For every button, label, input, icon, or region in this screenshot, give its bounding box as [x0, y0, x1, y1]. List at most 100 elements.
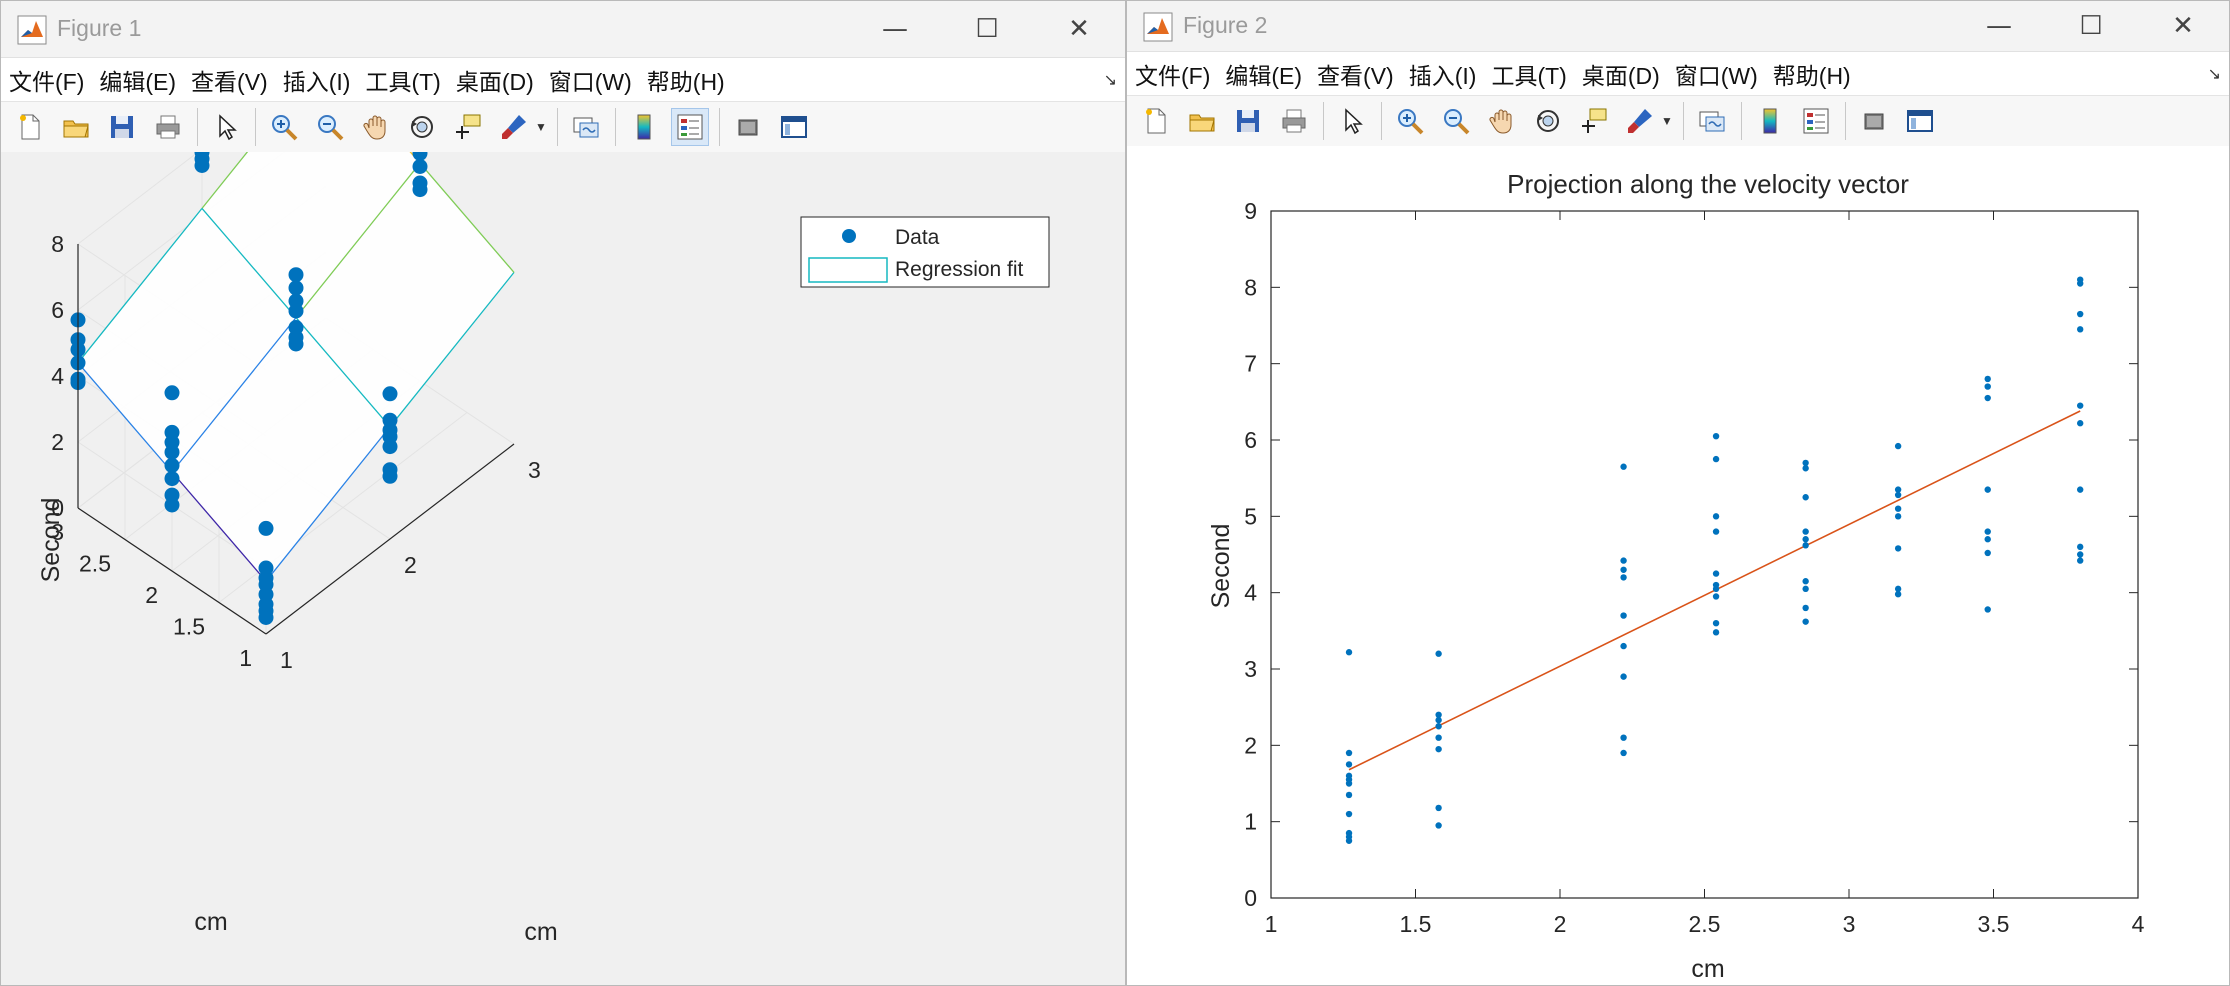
- menu-insert[interactable]: 插入(I): [283, 63, 351, 97]
- pan-hand-icon[interactable]: [357, 108, 395, 146]
- data-point: [1345, 772, 1353, 780]
- title-bar[interactable]: Figure 2 — ☐ ✕: [1127, 1, 2229, 52]
- figure-2-canvas[interactable]: Projection along the velocity vector 1 1.…: [1127, 146, 2229, 985]
- legend-icon[interactable]: [670, 108, 709, 146]
- data-point: [1802, 618, 1809, 625]
- show-plot-tools-icon[interactable]: [1901, 102, 1939, 140]
- save-icon[interactable]: [103, 108, 141, 146]
- legend-entry-fit: Regression fit: [895, 258, 1024, 281]
- brush-dropdown-icon[interactable]: ▼: [1661, 114, 1673, 128]
- brush-dropdown-icon[interactable]: ▼: [535, 120, 547, 134]
- chart-title: Projection along the velocity vector: [1507, 169, 1909, 199]
- hide-plot-tools-icon[interactable]: [1855, 102, 1893, 140]
- save-icon[interactable]: [1229, 102, 1267, 140]
- data-point: [1984, 383, 1991, 390]
- y-tick-label: 4: [1244, 580, 1257, 606]
- show-plot-tools-icon[interactable]: [775, 108, 813, 146]
- menu-help[interactable]: 帮助(H): [1773, 57, 1851, 91]
- data-point: [1802, 459, 1809, 467]
- data-point: [1894, 442, 1902, 450]
- menu-desktop[interactable]: 桌面(D): [1582, 57, 1660, 91]
- x-tick-label: 2: [1554, 911, 1567, 937]
- menu-tools[interactable]: 工具(T): [1491, 57, 1566, 91]
- link-plot-icon[interactable]: [567, 108, 605, 146]
- brush-icon[interactable]: [495, 108, 533, 146]
- legend[interactable]: Data Regression fit: [800, 216, 1050, 288]
- menu-edit[interactable]: 编辑(E): [1225, 57, 1302, 91]
- data-point: [1802, 585, 1809, 593]
- z-axis-label: Second: [37, 498, 65, 583]
- maximize-button[interactable]: ☐: [2045, 1, 2137, 51]
- data-point: [164, 457, 180, 473]
- data-point: [2077, 486, 2084, 493]
- close-button[interactable]: ✕: [1033, 1, 1125, 57]
- data-point: [382, 386, 398, 402]
- menu-insert[interactable]: 插入(I): [1409, 57, 1477, 91]
- legend-icon[interactable]: [1797, 102, 1835, 140]
- minimize-button[interactable]: —: [849, 1, 941, 57]
- title-bar[interactable]: Figure 1 — ☐ ✕: [1, 1, 1125, 58]
- menu-help[interactable]: 帮助(H): [647, 63, 725, 97]
- z-tick-label: 2: [51, 429, 64, 455]
- close-button[interactable]: ✕: [2137, 1, 2229, 51]
- menu-view[interactable]: 查看(V): [191, 63, 268, 97]
- print-icon[interactable]: [1275, 102, 1313, 140]
- data-point: [2077, 402, 2084, 409]
- colorbar-icon[interactable]: [625, 108, 663, 146]
- legend-entry-data: Data: [895, 226, 940, 249]
- select-arrow-icon[interactable]: [207, 108, 245, 146]
- figure-1-window[interactable]: Figure 1 — ☐ ✕ 文件(F) 编辑(E) 查看(V) 插入(I) 工…: [0, 0, 1126, 986]
- data-point: [1984, 549, 1991, 557]
- data-point: [1802, 542, 1809, 549]
- zoom-in-icon[interactable]: [1391, 102, 1429, 140]
- zoom-out-icon[interactable]: [1437, 102, 1475, 140]
- colorbar-icon[interactable]: [1751, 102, 1789, 140]
- new-figure-icon[interactable]: [1137, 102, 1175, 140]
- open-icon[interactable]: [1183, 102, 1221, 140]
- brush-icon[interactable]: [1621, 102, 1659, 140]
- menu-window[interactable]: 窗口(W): [549, 63, 632, 97]
- rotate-3d-icon[interactable]: [1529, 102, 1567, 140]
- x-tick-label: 3.5: [1978, 911, 2010, 937]
- data-cursor-icon[interactable]: [449, 108, 487, 146]
- figure-2-window[interactable]: Figure 2 — ☐ ✕ 文件(F) 编辑(E) 查看(V) 插入(I) 工…: [1126, 0, 2230, 986]
- select-arrow-icon[interactable]: [1333, 102, 1371, 140]
- dock-arrow-icon[interactable]: ↘: [1104, 70, 1117, 90]
- menu-tools[interactable]: 工具(T): [365, 63, 440, 97]
- menu-edit[interactable]: 编辑(E): [99, 63, 176, 97]
- data-point: [258, 520, 274, 536]
- data-cursor-icon[interactable]: [1575, 102, 1613, 140]
- x-tick-label: 4: [2132, 911, 2145, 937]
- menu-file[interactable]: 文件(F): [1135, 57, 1210, 91]
- menu-file[interactable]: 文件(F): [9, 63, 84, 97]
- toolbar-separator: [255, 108, 256, 146]
- figure-1-canvas[interactable]: 0 2 4 6 8 1 2 3 1 1.5 2 2.5 3 Second cm cm Data Regr…: [1, 1, 1125, 985]
- print-icon[interactable]: [149, 108, 187, 146]
- toolbar-separator: [197, 108, 198, 146]
- link-plot-icon[interactable]: [1693, 102, 1731, 140]
- new-figure-icon[interactable]: [11, 108, 49, 146]
- data-point: [1345, 649, 1353, 656]
- open-icon[interactable]: [57, 108, 95, 146]
- data-point: [1894, 505, 1902, 512]
- matlab-logo-icon: [17, 15, 47, 45]
- data-point: [1620, 463, 1627, 470]
- rotate-3d-icon[interactable]: [403, 108, 441, 146]
- scatter-projection-plot[interactable]: Projection along the velocity vector 1 1.…: [1127, 146, 2229, 985]
- zoom-out-icon[interactable]: [311, 108, 349, 146]
- pan-hand-icon[interactable]: [1483, 102, 1521, 140]
- hide-plot-tools-icon[interactable]: [729, 108, 767, 146]
- x-tick-label: 3: [1843, 911, 1856, 937]
- scatter-3d-plot[interactable]: 0246812311.522.53 Second cm cm Data Regr…: [1, 1, 1125, 985]
- y-tick-label: 1.5: [173, 614, 205, 640]
- y-tick-label: 6: [1244, 427, 1257, 453]
- zoom-in-icon[interactable]: [265, 108, 303, 146]
- menu-window[interactable]: 窗口(W): [1675, 57, 1758, 91]
- data-point: [1894, 513, 1902, 520]
- menu-desktop[interactable]: 桌面(D): [456, 63, 534, 97]
- maximize-button[interactable]: ☐: [941, 1, 1033, 57]
- x-axis-label: cm: [1691, 955, 1724, 983]
- dock-arrow-icon[interactable]: ↘: [2208, 64, 2221, 84]
- menu-view[interactable]: 查看(V): [1317, 57, 1394, 91]
- minimize-button[interactable]: —: [1953, 1, 2045, 51]
